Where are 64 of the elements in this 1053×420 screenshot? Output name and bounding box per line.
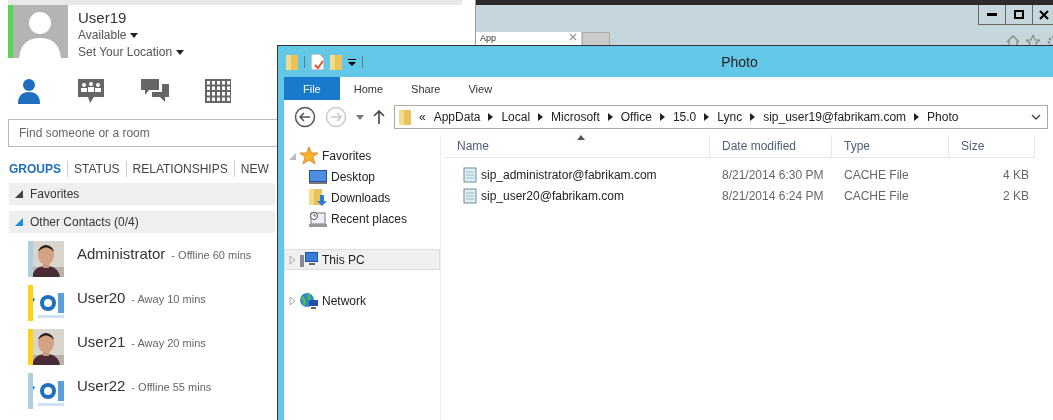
nav-item[interactable]: Network (284, 290, 440, 311)
address-bar[interactable]: « AppData Local Microsoft Office 15.0 Lync sip_user19@fabrikam.com Photo (394, 105, 1048, 129)
contact-name: User22 (77, 377, 126, 394)
file-row[interactable]: sip_user20@fabrikam.com 8/21/2014 6:24 PM CACHE File 2 KB (445, 185, 1035, 206)
group-header[interactable]: Other Contacts (0/4) (9, 211, 275, 233)
file-type: CACHE File (843, 188, 910, 203)
breadcrumb[interactable]: Photo (927, 110, 959, 124)
contact-name: User20 (77, 289, 126, 306)
file-type: CACHE File (843, 167, 910, 182)
contact-item[interactable]: User22 - Offline 55 mins (28, 373, 276, 409)
breadcrumb[interactable]: 15.0 (672, 110, 697, 124)
breadcrumb[interactable]: Microsoft (551, 110, 600, 124)
column-header[interactable]: Type (832, 135, 949, 157)
contact-status: - Offline 55 mins (131, 381, 212, 393)
ribbon-tab[interactable]: Home (339, 77, 398, 100)
nav-label: This PC (322, 252, 365, 267)
breadcrumb[interactable]: Local (501, 110, 531, 124)
user-name: User19 (78, 9, 127, 27)
contact-item[interactable]: Administrator - Offline 60 mins (28, 241, 276, 277)
group-name: Favorites (30, 187, 80, 201)
nav-label: Desktop (331, 169, 376, 184)
nav-item[interactable]: Desktop (284, 166, 440, 187)
browser-tab[interactable]: App (476, 32, 581, 46)
file-date: 8/21/2014 6:24 PM (721, 188, 825, 203)
tab-title: App (480, 33, 496, 44)
file-size: 2 KB (1002, 188, 1030, 203)
contact-status: - Offline 60 mins (171, 249, 252, 261)
nav-item[interactable]: This PC (284, 249, 440, 270)
group-name: Other Contacts (0/4) (30, 215, 139, 229)
file-name: sip_administrator@fabrikam.com (481, 167, 657, 182)
contact-status: - Away 20 mins (131, 337, 206, 349)
filter-tab[interactable]: GROUPS (9, 162, 61, 176)
ribbon-tab[interactable]: File (284, 77, 340, 100)
nav-label: Favorites (322, 148, 372, 163)
contact-item[interactable]: User21 - Away 20 mins (28, 329, 276, 365)
contact-item[interactable]: User20 - Away 10 mins (28, 285, 276, 321)
column-header[interactable]: Date modified (710, 135, 832, 157)
nav-item[interactable]: Downloads (284, 187, 440, 208)
column-header[interactable]: Size (949, 135, 1035, 157)
file-name: sip_user20@fabrikam.com (481, 188, 624, 203)
filter-tab[interactable]: STATUS (74, 162, 120, 176)
nav-item[interactable]: Favorites (284, 145, 440, 166)
status-dropdown[interactable]: Available (78, 27, 139, 44)
contact-name: User21 (77, 333, 126, 350)
breadcrumb[interactable]: sip_user19@fabrikam.com (763, 110, 907, 124)
ribbon-tab[interactable]: View (454, 77, 507, 100)
column-header[interactable]: Name (445, 135, 710, 157)
nav-label: Downloads (331, 190, 391, 205)
file-date: 8/21/2014 6:30 PM (721, 167, 825, 182)
file-size: 4 KB (1002, 167, 1030, 182)
filter-tab[interactable]: NEW (240, 162, 269, 176)
nav-label: Recent places (331, 211, 408, 226)
window-title: Photo (720, 53, 759, 70)
breadcrumb[interactable]: Office (620, 110, 652, 124)
contact-status: - Away 10 mins (131, 293, 206, 305)
filter-tab[interactable]: RELATIONSHIPS (132, 162, 228, 176)
breadcrumb[interactable]: Lync (717, 110, 743, 124)
location-dropdown[interactable]: Set Your Location (78, 44, 185, 61)
nav-label: Network (322, 293, 366, 308)
file-row[interactable]: sip_administrator@fabrikam.com 8/21/2014 6:30 PM CACHE File 4 KB (445, 164, 1035, 185)
contact-name: Administrator (77, 245, 166, 262)
nav-item[interactable]: Recent places (284, 208, 440, 229)
group-header[interactable]: Favorites (9, 183, 275, 205)
ribbon-tab[interactable]: Share (397, 77, 455, 100)
